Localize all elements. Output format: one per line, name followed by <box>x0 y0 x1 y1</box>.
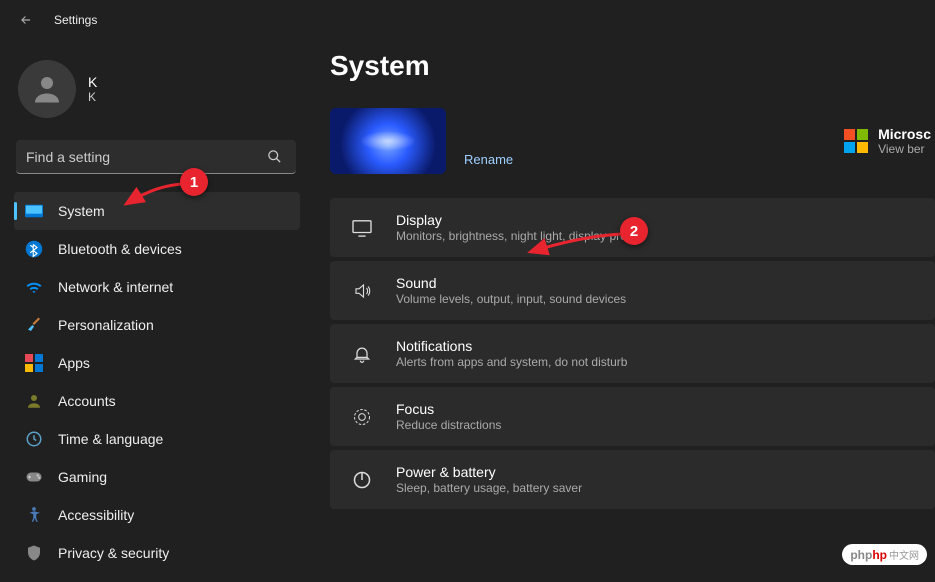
page-title: System <box>330 50 935 82</box>
card-title: Power & battery <box>396 464 582 480</box>
accessibility-icon <box>24 505 44 525</box>
card-sub: Sleep, battery usage, battery saver <box>396 481 582 495</box>
sidebar-item-label: Time & language <box>58 431 163 447</box>
sidebar-item-label: Personalization <box>58 317 154 333</box>
microsoft-logo-icon <box>844 129 868 153</box>
sidebar-item-accessibility[interactable]: Accessibility <box>14 496 300 534</box>
watermark: phphp中文网 <box>842 544 927 565</box>
sidebar-item-bluetooth[interactable]: Bluetooth & devices <box>14 230 300 268</box>
profile-sub: K <box>88 90 97 104</box>
microsoft-365-card[interactable]: Microsc View ber <box>844 126 931 156</box>
system-icon <box>24 201 44 221</box>
shield-icon <box>24 543 44 563</box>
profile[interactable]: K K <box>14 60 300 118</box>
gaming-icon <box>24 467 44 487</box>
sidebar-item-gaming[interactable]: Gaming <box>14 458 300 496</box>
card-title: Focus <box>396 401 501 417</box>
sidebar-item-apps[interactable]: Apps <box>14 344 300 382</box>
sidebar-item-label: Apps <box>58 355 90 371</box>
wifi-icon <box>24 277 44 297</box>
sidebar-item-label: Privacy & security <box>58 545 169 561</box>
annotation-1: 1 <box>180 168 208 196</box>
card-sub: Alerts from apps and system, do not dist… <box>396 355 627 369</box>
annotation-2: 2 <box>620 217 648 245</box>
sidebar-item-time-language[interactable]: Time & language <box>14 420 300 458</box>
card-sub: Volume levels, output, input, sound devi… <box>396 292 626 306</box>
device-thumbnail <box>330 108 446 174</box>
card-title: Sound <box>396 275 626 291</box>
clock-globe-icon <box>24 429 44 449</box>
sidebar-item-label: System <box>58 203 105 219</box>
accounts-icon <box>24 391 44 411</box>
back-button[interactable] <box>16 10 36 30</box>
focus-icon <box>348 403 376 431</box>
card-focus[interactable]: Focus Reduce distractions <box>330 387 935 446</box>
avatar <box>18 60 76 118</box>
card-sub: Monitors, brightness, night light, displ… <box>396 229 642 243</box>
sidebar-item-label: Accounts <box>58 393 116 409</box>
sidebar-item-label: Bluetooth & devices <box>58 241 182 257</box>
bell-icon <box>348 340 376 368</box>
bluetooth-icon <box>24 239 44 259</box>
header-title: Settings <box>54 13 97 27</box>
profile-name: K <box>88 74 97 90</box>
sidebar-item-personalization[interactable]: Personalization <box>14 306 300 344</box>
rename-link[interactable]: Rename <box>464 152 513 167</box>
sidebar-item-label: Gaming <box>58 469 107 485</box>
search-icon <box>267 149 282 169</box>
sidebar-item-label: Accessibility <box>58 507 134 523</box>
card-sound[interactable]: Sound Volume levels, output, input, soun… <box>330 261 935 320</box>
ms365-sub: View ber <box>878 142 931 156</box>
sidebar-item-system[interactable]: System <box>14 192 300 230</box>
sidebar-item-privacy[interactable]: Privacy & security <box>14 534 300 572</box>
sidebar-item-label: Network & internet <box>58 279 173 295</box>
card-title: Notifications <box>396 338 627 354</box>
power-icon <box>348 466 376 494</box>
ms365-title: Microsc <box>878 126 931 142</box>
card-notifications[interactable]: Notifications Alerts from apps and syste… <box>330 324 935 383</box>
display-icon <box>348 214 376 242</box>
sidebar-item-network[interactable]: Network & internet <box>14 268 300 306</box>
apps-icon <box>24 353 44 373</box>
sidebar-item-accounts[interactable]: Accounts <box>14 382 300 420</box>
paintbrush-icon <box>24 315 44 335</box>
card-title: Display <box>396 212 642 228</box>
search-input[interactable] <box>16 140 296 174</box>
card-power-battery[interactable]: Power & battery Sleep, battery usage, ba… <box>330 450 935 509</box>
card-sub: Reduce distractions <box>396 418 501 432</box>
sound-icon <box>348 277 376 305</box>
